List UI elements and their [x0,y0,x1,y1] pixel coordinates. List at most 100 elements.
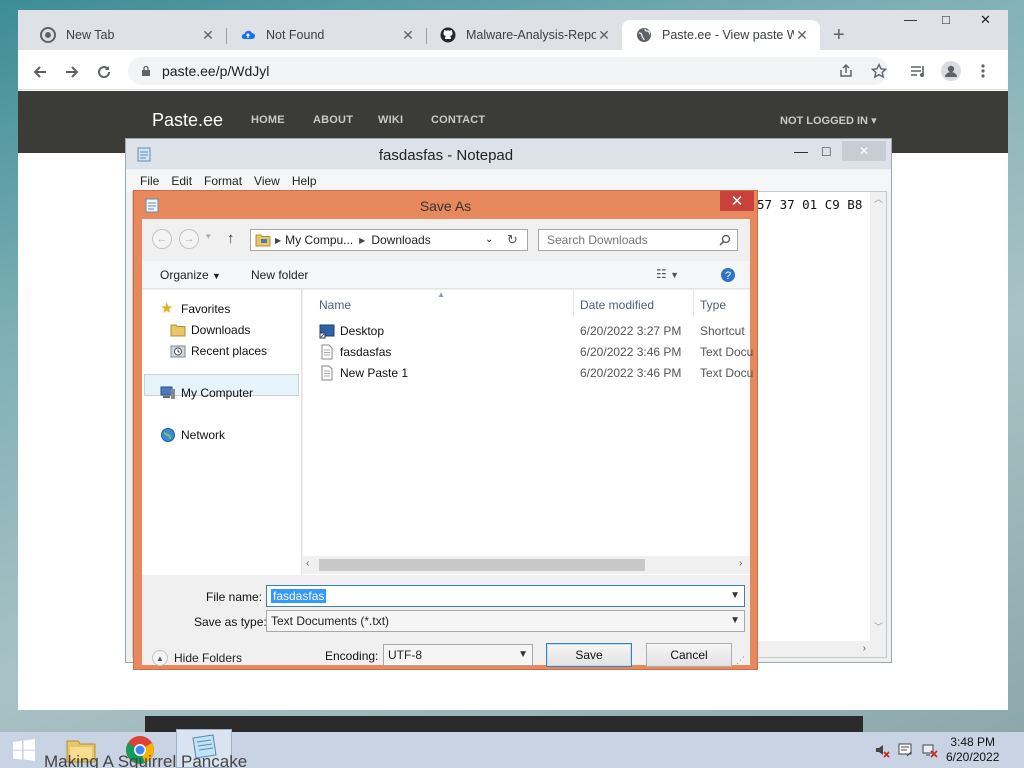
scroll-down-icon[interactable]: ﹀ [874,620,883,633]
maximize-button[interactable]: □ [822,143,830,159]
dialog-close-button[interactable]: ✕ [720,191,754,211]
tab-malware-report[interactable]: Malware-Analysis-Report ✕ [426,20,622,50]
site-brand[interactable]: Paste.ee [152,110,223,131]
computer-icon [160,386,175,399]
up-arrow-icon[interactable]: ↑ [227,230,235,247]
save-type-select[interactable]: Text Documents (*.txt) ▼ [266,610,745,632]
file-row-new-paste[interactable]: New Paste 1 6/20/2022 3:46 PM Text Docu [303,363,753,384]
volume-muted-icon[interactable] [874,742,890,758]
clock-time: 3:48 PM [950,735,996,749]
nav-label: Network [181,428,226,442]
profile-avatar[interactable] [941,61,961,81]
menu-help[interactable]: Help [292,174,317,188]
menu-kebab-icon[interactable] [973,61,993,81]
close-icon[interactable]: ✕ [596,27,612,44]
share-icon[interactable] [836,61,856,81]
file-list-horizontal-scrollbar[interactable]: ‹ › [303,556,750,574]
address-breadcrumb[interactable]: ▶ My Compu... ▶ Downloads ⌄ ↻ [250,229,528,251]
breadcrumb-my-computer[interactable]: My Compu... [285,233,353,247]
forward-button[interactable] [60,60,84,84]
tab-paste-ee[interactable]: Paste.ee - View paste Wd ✕ [622,20,820,50]
nav-my-computer[interactable]: My Computer [160,385,253,401]
nav-about[interactable]: ABOUT [313,114,353,126]
search-input[interactable]: Search Downloads [538,229,738,251]
view-options-icon[interactable]: ☷ ▼ [656,267,679,281]
column-separator[interactable] [573,290,574,316]
organize-button[interactable]: Organize ▼ [160,268,221,282]
chevron-down-icon[interactable]: ⌄ [485,234,493,245]
notepad-content: 57 37 01 C9 B8 [757,197,863,212]
recent-locations-icon[interactable]: ▾ [206,231,211,242]
chevron-down-icon[interactable]: ▼ [518,649,528,660]
address-bar[interactable]: paste.ee/p/WdJyl [128,57,888,85]
windows-start-icon[interactable] [12,738,36,762]
menu-edit[interactable]: Edit [171,174,192,188]
system-clock[interactable]: 3:48 PM 6/20/2022 [946,735,999,765]
menu-format[interactable]: Format [204,174,242,188]
close-button[interactable]: ✕ [842,141,886,161]
reload-button[interactable] [92,60,116,84]
scroll-up-icon[interactable]: ︿ [874,192,883,205]
back-button[interactable] [28,60,52,84]
close-icon[interactable]: ✕ [400,27,416,44]
back-arrow-icon[interactable]: ← [152,229,172,249]
cancel-button[interactable]: Cancel [646,643,732,667]
tab-new-tab[interactable]: New Tab ✕ [26,20,226,50]
scrollbar-thumb[interactable] [319,559,645,571]
star-icon: ★ [160,300,174,317]
file-row-desktop[interactable]: Desktop 6/20/2022 3:27 PM Shortcut [303,321,750,342]
tab-not-found[interactable]: Not Found ✕ [226,20,426,50]
close-window-button[interactable]: ✕ [980,12,991,28]
new-folder-button[interactable]: New folder [251,268,308,282]
media-queue-icon[interactable] [908,61,928,81]
breadcrumb-downloads[interactable]: Downloads [371,233,430,247]
nav-network[interactable]: Network [160,427,225,443]
network-icon [161,428,175,442]
network-disconnected-icon[interactable] [922,742,938,758]
save-button[interactable]: Save [546,643,632,667]
help-icon[interactable]: ? [720,267,736,283]
hide-folders-button[interactable]: ▲ Hide Folders [152,650,242,666]
nav-label: Recent places [191,344,268,358]
close-icon[interactable]: ✕ [794,27,810,44]
close-icon[interactable]: ✕ [200,27,216,44]
bookmark-star-icon[interactable] [869,61,889,81]
file-row-fasdasfas[interactable]: fasdasfas 6/20/2022 3:46 PM Text Docu [303,342,753,363]
account-dropdown[interactable]: NOT LOGGED IN ▾ [780,114,877,127]
scroll-right-icon[interactable]: › [863,643,866,654]
chevron-down-icon[interactable]: ▼ [730,615,740,626]
desktop-shortcut-icon [319,324,335,339]
dialog-title: Save As [419,198,472,214]
minimize-button[interactable]: — [904,12,917,27]
new-tab-button[interactable]: + [833,24,845,47]
column-name[interactable]: Name [319,298,351,312]
file-name-input[interactable]: fasdasfas ▼ [266,585,745,607]
column-date-modified[interactable]: Date modified [580,298,654,312]
command-bar: Organize ▼ New folder ☷ ▼ ? [142,261,750,289]
scroll-right-icon[interactable]: › [739,558,742,569]
nav-recent-places[interactable]: Recent places [170,343,267,359]
nav-downloads[interactable]: Downloads [170,322,250,338]
minimize-button[interactable]: — [794,143,808,159]
forward-arrow-icon[interactable]: → [179,229,199,249]
refresh-icon[interactable]: ↻ [507,232,518,248]
column-type[interactable]: Type [700,298,726,312]
svg-text:?: ? [725,270,731,282]
resize-grip-icon[interactable]: ⋰ [736,655,745,666]
nav-favorites[interactable]: ★ Favorites [160,301,230,317]
nav-wiki[interactable]: WIKI [378,114,403,126]
chevron-down-icon[interactable]: ▼ [730,590,740,601]
maximize-button[interactable]: □ [942,12,950,27]
vertical-scrollbar[interactable]: ︿ ﹀ [870,192,886,657]
dialog-body: ← → ▾ ↑ ▶ My Compu... ▶ Downloads ⌄ ↻ Se… [142,219,753,667]
file-type: Shortcut [700,324,745,338]
encoding-select[interactable]: UTF-8 ▼ [383,644,533,666]
menu-file[interactable]: File [140,174,159,188]
nav-contact[interactable]: CONTACT [431,114,485,126]
scroll-left-icon[interactable]: ‹ [306,558,309,569]
nav-home[interactable]: HOME [251,114,285,126]
menu-view[interactable]: View [254,174,280,188]
action-center-icon[interactable] [898,742,914,758]
column-separator[interactable] [693,290,694,316]
save-type-value: Text Documents (*.txt) [271,614,390,628]
